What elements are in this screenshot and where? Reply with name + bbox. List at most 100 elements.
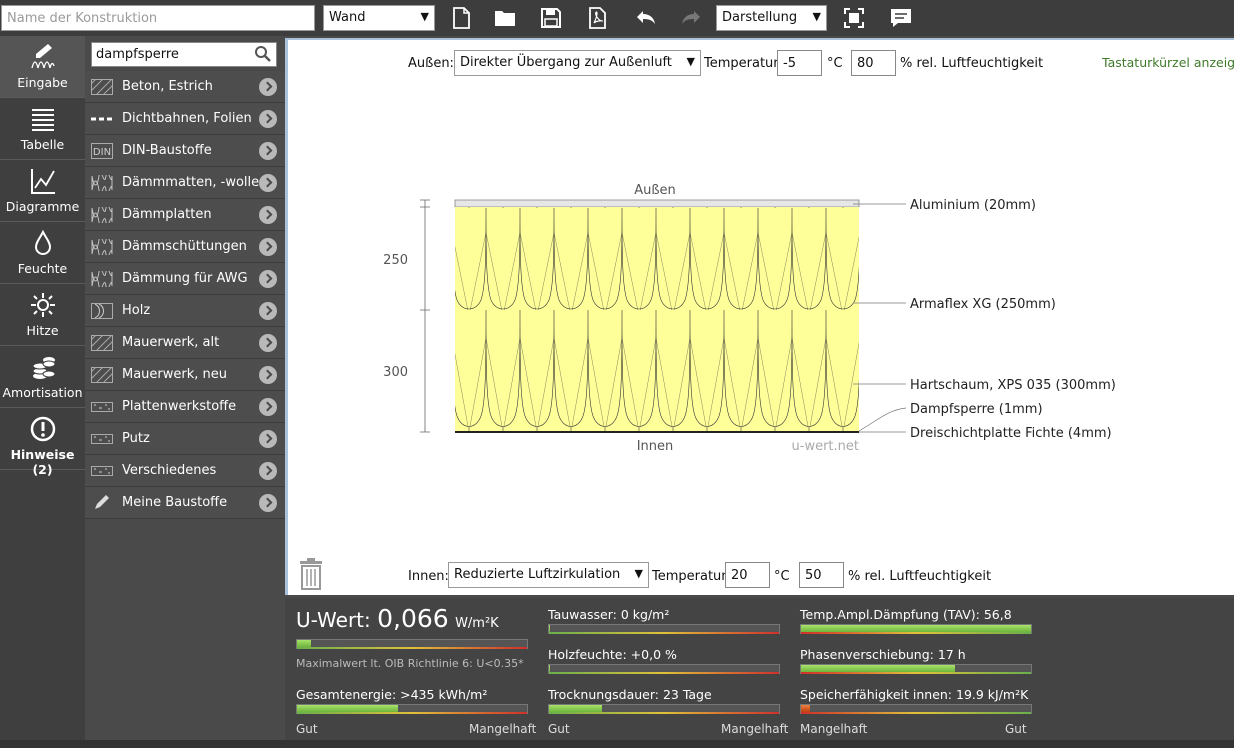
layer-label[interactable]: Dreischichtplatte Fichte (4mm) (910, 426, 1112, 441)
chevron-right-icon[interactable] (259, 302, 277, 320)
chevron-right-icon[interactable] (259, 110, 277, 128)
material-category-item[interactable]: Beton, Estrich (85, 71, 285, 103)
chevron-right-icon[interactable] (259, 174, 277, 192)
nav-label: Eingabe (17, 75, 68, 90)
material-category-item[interactable]: Plattenwerkstoffe (85, 391, 285, 423)
material-category-item[interactable]: Dämmplatten (85, 199, 285, 231)
nav-label: Tabelle (20, 137, 65, 152)
dimension-label: 250 (383, 253, 408, 268)
inside-temp-unit: °C (774, 569, 790, 584)
layer-label[interactable]: Armaflex XG (250mm) (910, 297, 1056, 312)
nav-tabelle[interactable]: Tabelle (0, 98, 85, 160)
watermark: u-wert.net (792, 439, 859, 454)
pdf-icon[interactable] (585, 6, 609, 30)
layer-aluminium[interactable] (454, 199, 860, 208)
bar-scale-gradient (297, 712, 527, 714)
bar-fill (549, 625, 551, 632)
chevron-right-icon[interactable] (259, 462, 277, 480)
svg-text:DIN: DIN (93, 147, 111, 158)
total-energy-bar (296, 704, 528, 714)
scale-good-label: Gut (296, 722, 318, 736)
chevron-right-icon[interactable] (259, 334, 277, 352)
bar-scale-gradient (549, 632, 779, 634)
bar-fill (297, 640, 311, 647)
bar-scale-gradient (297, 647, 527, 649)
chevron-right-icon[interactable] (259, 494, 277, 512)
layer-label[interactable]: Aluminium (20mm) (910, 198, 1036, 213)
material-category-label: Dämmung für AWG (122, 271, 248, 286)
dropdown-arrow-icon: ▼ (812, 10, 821, 23)
material-search-input[interactable] (91, 42, 277, 67)
scale-bad-label: Mangelhaft (469, 722, 537, 736)
material-category-item[interactable]: Dämmschüttungen (85, 231, 285, 263)
drying-time-label: Trocknungsdauer: 23 Tage (548, 687, 712, 702)
hatch-icon (91, 78, 113, 95)
board-icon (91, 433, 113, 444)
chevron-right-icon[interactable] (259, 206, 277, 224)
material-category-item[interactable]: Putz (85, 423, 285, 455)
nav-diagramme[interactable]: Diagramme (0, 160, 85, 222)
insulation-icon (91, 238, 113, 255)
chevron-right-icon[interactable] (259, 366, 277, 384)
material-category-item[interactable]: Mauerwerk, alt (85, 327, 285, 359)
nav-label: Feuchte (17, 261, 68, 276)
nav-feuchte[interactable]: Feuchte (0, 222, 85, 284)
nav-label: Amortisation (2, 385, 83, 400)
material-category-item[interactable]: Dichtbahnen, Folien (85, 103, 285, 135)
material-category-item[interactable]: Verschiedenes (85, 455, 285, 487)
nav-hinweise[interactable]: Hinweise (2) (0, 408, 85, 477)
bar-scale-gradient (801, 712, 1031, 714)
phase-shift-bar (800, 664, 1032, 674)
inside-condition-select[interactable]: Reduzierte Luftzirkulation ▼ (448, 562, 649, 588)
insulation-icon (91, 270, 113, 287)
layer-label[interactable]: Dampfsperre (1mm) (910, 402, 1043, 417)
inside-humidity-input[interactable] (799, 562, 844, 588)
chevron-right-icon[interactable] (259, 142, 277, 160)
condensate-bar (548, 624, 780, 634)
material-category-item[interactable]: Dämmmatten, -wolle (85, 167, 285, 199)
leader-lines (853, 203, 907, 433)
comment-icon[interactable] (889, 6, 913, 30)
view-select[interactable]: Darstellung ▼ (716, 5, 827, 31)
chevron-right-icon[interactable] (259, 78, 277, 96)
u-value-bar (296, 639, 528, 649)
construction-type-select[interactable]: Wand ▼ (323, 5, 435, 31)
save-icon[interactable] (539, 6, 563, 30)
sun-icon (30, 293, 55, 317)
chevron-right-icon[interactable] (259, 430, 277, 448)
nav-hitze[interactable]: Hitze (0, 284, 85, 346)
u-value-label: U-Wert: (296, 608, 371, 632)
material-category-item[interactable]: Holz (85, 295, 285, 327)
trash-icon[interactable] (298, 558, 324, 590)
bar-fill (549, 665, 551, 672)
chevron-right-icon[interactable] (259, 270, 277, 288)
material-category-item[interactable]: Dämmung für AWG (85, 263, 285, 295)
new-document-icon[interactable] (449, 6, 473, 30)
chevron-right-icon[interactable] (259, 398, 277, 416)
construction-name-input[interactable] (1, 5, 315, 31)
bar-fill (801, 665, 956, 672)
fullscreen-icon[interactable] (842, 6, 866, 30)
pencil-icon (95, 494, 109, 509)
heat-storage-bar (800, 704, 1032, 714)
material-category-label: Verschiedenes (122, 463, 217, 478)
material-category-item[interactable]: Mauerwerk, neu (85, 359, 285, 391)
undo-icon[interactable] (634, 6, 658, 30)
nav-eingabe[interactable]: Eingabe (0, 36, 85, 98)
coins-icon (32, 357, 55, 379)
inside-condition-value: Reduzierte Luftzirkulation (454, 567, 621, 582)
open-folder-icon[interactable] (493, 6, 517, 30)
material-category-item[interactable]: DIN DIN-Baustoffe (85, 135, 285, 167)
bar-scale-gradient (801, 672, 1031, 674)
material-category-item[interactable]: Meine Baustoffe (85, 487, 285, 519)
inside-label: Innen: (408, 569, 449, 584)
inside-temp-input[interactable] (725, 562, 770, 588)
material-category-list: Beton, Estrich Dichtbahnen, Folien DIN DIN-… (85, 71, 285, 519)
nav-amortisation[interactable]: Amortisation (0, 346, 85, 408)
main-navigation: Eingabe Tabelle Diagramme Feuchte Hitze … (0, 36, 85, 748)
search-icon[interactable] (254, 45, 272, 63)
dash-line-icon (91, 117, 113, 120)
layer-label[interactable]: Hartschaum, XPS 035 (300mm) (910, 378, 1116, 393)
chevron-right-icon[interactable] (259, 238, 277, 256)
redo-icon[interactable] (679, 6, 703, 30)
